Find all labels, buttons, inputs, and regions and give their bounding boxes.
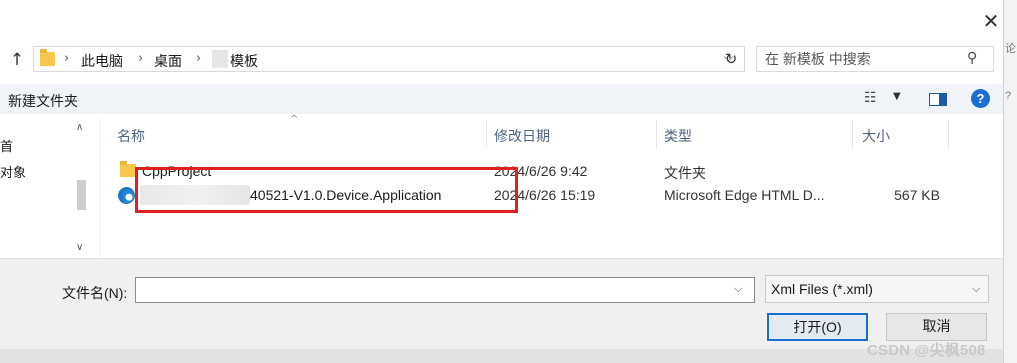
- view-dropdown-arrow[interactable]: ▼: [893, 91, 901, 102]
- scroll-up-icon[interactable]: ∧: [76, 122, 83, 133]
- scroll-down-icon[interactable]: ∨: [76, 242, 83, 253]
- preview-pane-icon[interactable]: [929, 93, 947, 106]
- search-input[interactable]: [765, 50, 955, 68]
- file-type: Microsoft Edge HTML D...: [664, 187, 825, 203]
- column-header-type[interactable]: 类型: [664, 126, 692, 146]
- column-divider[interactable]: [948, 120, 949, 148]
- edge-fragment: 论: [1005, 43, 1016, 55]
- view-options-icon[interactable]: ☷: [864, 90, 877, 106]
- dialog-footer: 文件名(N): ⌵ Xml Files (*.xml) ⌵ 打开(O) 取消: [0, 258, 1003, 363]
- background-window-edge: 论 ?: [1003, 0, 1017, 363]
- new-folder-button[interactable]: 新建文件夹: [8, 91, 78, 111]
- scroll-thumb[interactable]: [77, 180, 86, 210]
- close-button[interactable]: ✕: [978, 8, 1004, 34]
- breadcrumb-separator[interactable]: ›: [138, 51, 143, 66]
- file-size: 567 KB: [894, 187, 940, 203]
- breadcrumb-desktop[interactable]: 桌面: [154, 51, 182, 71]
- open-button[interactable]: 打开(O): [767, 313, 868, 341]
- file-type-filter-value: Xml Files (*.xml): [771, 281, 873, 297]
- chevron-down-icon[interactable]: ⌵: [734, 282, 742, 296]
- redacted-crumb: [212, 50, 228, 68]
- folder-icon: [40, 49, 55, 66]
- search-icon[interactable]: ⚲: [967, 50, 977, 66]
- chevron-down-icon[interactable]: ⌵: [972, 282, 980, 296]
- filename-combobox[interactable]: ⌵: [135, 277, 755, 303]
- folder-icon: [120, 161, 136, 177]
- help-icon[interactable]: ?: [971, 89, 990, 108]
- breadcrumb-separator[interactable]: ›: [64, 51, 69, 66]
- nav-item[interactable]: 首: [0, 136, 13, 155]
- refresh-icon[interactable]: ↻: [720, 48, 742, 70]
- watermark-text: CSDN @尖枫508: [867, 342, 986, 359]
- filename-label: 文件名(N):: [62, 285, 128, 301]
- column-header-size[interactable]: 大小: [862, 126, 890, 146]
- breadcrumb-this-pc[interactable]: 此电脑: [81, 51, 123, 71]
- file-type-filter[interactable]: Xml Files (*.xml) ⌵: [765, 275, 989, 303]
- search-box[interactable]: ⚲: [756, 46, 994, 72]
- address-bar[interactable]: › 此电脑 › 桌面 › 模板 ⌵: [33, 46, 745, 72]
- breadcrumb-separator[interactable]: ›: [196, 51, 201, 66]
- highlight-annotation: [135, 167, 518, 213]
- column-header-date[interactable]: 修改日期: [494, 126, 550, 146]
- breadcrumb-template[interactable]: 模板: [230, 51, 258, 71]
- column-divider[interactable]: [656, 120, 657, 148]
- column-header-name[interactable]: 名称: [117, 126, 145, 146]
- pane-divider[interactable]: [100, 118, 101, 260]
- column-divider[interactable]: [852, 120, 853, 148]
- file-type: 文件夹: [664, 165, 706, 181]
- edge-fragment: ?: [1005, 90, 1012, 102]
- title-strip: [0, 0, 1017, 8]
- nav-item[interactable]: 对象: [0, 162, 26, 181]
- background-strip: [0, 349, 1003, 363]
- column-divider[interactable]: [486, 120, 487, 148]
- nav-scrollbar[interactable]: ∧ ∨: [72, 118, 94, 260]
- filename-input[interactable]: [140, 281, 720, 299]
- up-arrow-icon[interactable]: ↑: [6, 50, 28, 70]
- sort-indicator-icon: ^: [290, 114, 299, 125]
- toolbar: 新建文件夹 ☷ ▼ ?: [0, 84, 1003, 114]
- cancel-button[interactable]: 取消: [886, 313, 987, 341]
- edge-browser-icon: [118, 187, 135, 204]
